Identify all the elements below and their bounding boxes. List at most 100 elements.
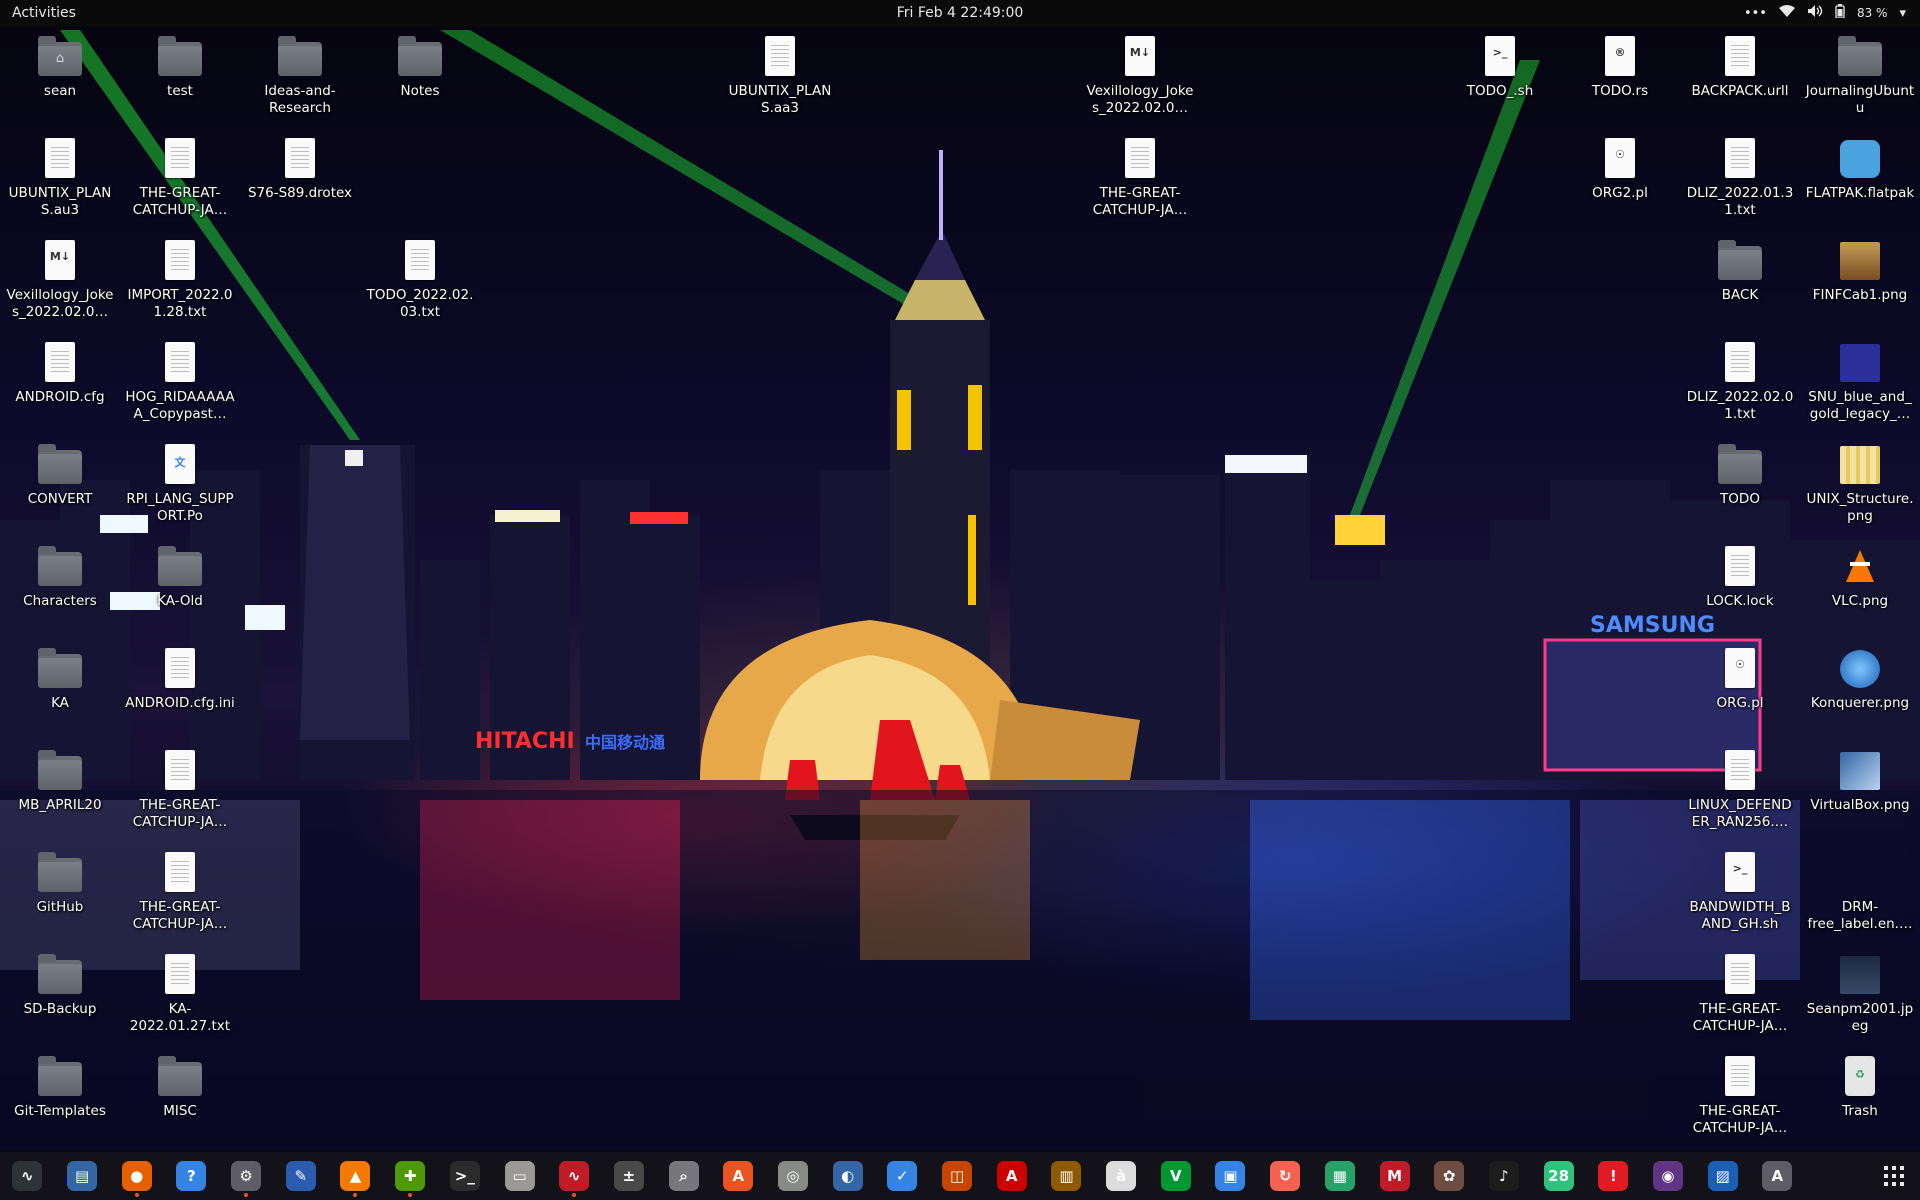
app-grid-icon[interactable] [1882,1164,1906,1188]
dock-app-character-map[interactable]: à [1098,1153,1144,1199]
desktop-icon[interactable]: ♻ Trash [1805,1054,1915,1120]
folder-icon [37,442,83,488]
desktop-icon[interactable]: S76-S89.drotex [245,136,355,202]
desktop-icon[interactable]: GitHub [5,850,115,916]
desktop-icon-label: LOCK.lock [1706,593,1774,609]
dock-app-scanner[interactable]: ◐ [825,1153,871,1199]
desktop-icon[interactable]: test [125,34,235,100]
activities-button[interactable]: Activities [12,5,76,21]
desktop-icon[interactable]: BACK [1685,238,1795,304]
dock-app-remote-desktop[interactable]: ▣ [1207,1153,1253,1199]
desktop-icon[interactable]: ANDROID.cfg [5,340,115,406]
desktop-icon[interactable]: TODO [1685,442,1795,508]
desktop-icon[interactable]: LINUX_DEFENDER_RAN256.… [1685,748,1795,831]
chevron-down-icon[interactable]: ▾ [1899,6,1906,21]
desktop-icon[interactable]: Ideas-and-Research [245,34,355,117]
desktop-icon[interactable]: M↓ Vexillology_Jokes_2022.02.0… [5,238,115,321]
dock-app-document-viewer[interactable]: ▤ [59,1153,105,1199]
dock-app-terminal[interactable]: >_ [442,1153,488,1199]
dock-app-resource-monitor[interactable]: ∿ [551,1153,597,1199]
dock-app-files[interactable]: ▭ [497,1153,543,1199]
dock-app-tasks[interactable]: ✓ [879,1153,925,1199]
desktop-icon-label: THE-GREAT-CATCHUP-JA… [1092,185,1188,218]
dock-app-calculator[interactable]: ± [606,1153,652,1199]
desktop-icon[interactable]: ⌂ sean [5,34,115,100]
dock-app-camera[interactable]: ◉ [1645,1153,1691,1199]
desktop-icon[interactable]: Notes [365,34,475,100]
desktop-icon-label: Notes [400,83,440,99]
dock-app-help[interactable]: ? [168,1153,214,1199]
dock-app-puzzle[interactable]: ✚ [387,1153,433,1199]
dock-app-image-editor[interactable]: ▨ [1700,1153,1746,1199]
desktop-icon[interactable]: ® TODO.rs [1565,34,1675,100]
desktop-icon[interactable]: THE-GREAT-CATCHUP-JA… [1685,1054,1795,1137]
desktop-icon[interactable]: KA-2022.01.27.txt [125,952,235,1035]
desktop-icon[interactable]: SD-Backup [5,952,115,1018]
desktop-icon[interactable]: UNIX_Structure.png [1805,442,1915,525]
desktop-icon[interactable]: SNU_blue_and_gold_legacy_… [1805,340,1915,423]
desktop-icon[interactable]: JournalingUbuntu [1805,34,1915,117]
dock-app-archive-manager[interactable]: ▥ [1043,1153,1089,1199]
dock-app-search-utility[interactable]: ⌕ [661,1153,707,1199]
desktop-icon[interactable]: THE-GREAT-CATCHUP-JA… [125,136,235,219]
dock-app-firefox[interactable]: ● [114,1153,160,1199]
dock-app-error-reporter[interactable]: ! [1590,1153,1636,1199]
desktop-icon[interactable]: THE-GREAT-CATCHUP-JA… [1685,952,1795,1035]
desktop-icon[interactable]: BACKPACK.urll [1685,34,1795,100]
desktop-icon-label: VirtualBox.png [1810,797,1910,813]
desktop-icon[interactable]: >_ TODO_.sh [1445,34,1555,100]
desktop-icon[interactable]: IMPORT_2022.01.28.txt [125,238,235,321]
desktop-icon[interactable]: Konquerer.png [1805,646,1915,712]
desktop-icon[interactable]: M↓ Vexillology_Jokes_2022.02.0… [1085,34,1195,117]
clock-button[interactable]: Fri Feb 4 22:49:00 [897,5,1024,21]
dock-app-screenshot[interactable]: ◫ [934,1153,980,1199]
dock-app-software-updater[interactable]: A [1754,1153,1800,1199]
dock-app-music[interactable]: ♪ [1481,1153,1527,1199]
desktop-icon[interactable]: DLIZ_2022.01.31.txt [1685,136,1795,219]
desktop-icon[interactable]: FLATPAK.flatpak [1805,136,1915,202]
desktop-icon[interactable]: UBUNTIX_PLANS.aa3 [725,34,835,117]
desktop-icon[interactable]: MB_APRIL20 [5,748,115,814]
desktop-icon[interactable]: ☉ ORG2.pl [1565,136,1675,202]
desktop-icon[interactable]: >_ BANDWIDTH_BAND_GH.sh [1685,850,1795,933]
dock-app-backup[interactable]: ↻ [1262,1153,1308,1199]
desktop-icon[interactable]: THE-GREAT-CATCHUP-JA… [1085,136,1195,219]
desktop-icon-label: BANDWIDTH_BAND_GH.sh [1689,899,1791,932]
dock-app-calendar[interactable]: 28 [1536,1153,1582,1199]
desktop-icon[interactable]: DRM-free_label.en.… [1805,850,1915,933]
desktop-icon[interactable]: LOCK.lock [1685,544,1795,610]
desktop-icon[interactable]: CONVERT [5,442,115,508]
desktop-icon[interactable]: THE-GREAT-CATCHUP-JA… [125,748,235,831]
dock-app-vlc[interactable]: ▲ [332,1153,378,1199]
overflow-dots-icon[interactable]: ••• [1744,6,1767,21]
desktop-icon[interactable]: VirtualBox.png [1805,748,1915,814]
dock-app-disk-tool[interactable]: ◎ [770,1153,816,1199]
desktop-icon[interactable]: UBUNTIX_PLANS.au3 [5,136,115,219]
desktop-icon[interactable]: Git-Templates [5,1054,115,1120]
dock-app-settings[interactable]: ⚙ [223,1153,269,1199]
desktop-icon[interactable]: MISC [125,1054,235,1120]
dock-app-vim[interactable]: V [1153,1153,1199,1199]
desktop-icon[interactable]: 文 RPI_LANG_SUPPORT.Po [125,442,235,525]
desktop-icon[interactable]: TODO_2022.02.03.txt [365,238,475,321]
dock-app-font-viewer[interactable]: A [989,1153,1035,1199]
desktop-icon[interactable]: Seanpm2001.jpeg [1805,952,1915,1035]
text-file-icon [1717,136,1763,182]
desktop-icon[interactable]: DLIZ_2022.02.01.txt [1685,340,1795,423]
desktop-icon[interactable]: Characters [5,544,115,610]
desktop-icon[interactable]: KA [5,646,115,712]
desktop-icon[interactable]: FINFCab1.png [1805,238,1915,304]
dock-app-system-monitor[interactable]: ∿ [4,1153,50,1199]
desktop-icon[interactable]: ANDROID.cfg.ini [125,646,235,712]
dock-app-text-editor[interactable]: ✎ [278,1153,324,1199]
system-tray[interactable]: ••• 83 % ▾ [1744,4,1906,22]
desktop-icon[interactable]: HOG_RIDAAAAAA_Copypast… [125,340,235,423]
desktop-icon[interactable]: ☉ ORG.pl [1685,646,1795,712]
desktop-icon[interactable]: KA-Old [125,544,235,610]
dock-app-gimp[interactable]: ✿ [1426,1153,1472,1199]
dock-app-spreadsheet[interactable]: ▦ [1317,1153,1363,1199]
dock-app-mario-game[interactable]: M [1372,1153,1418,1199]
dock-app-software-store[interactable]: A [715,1153,761,1199]
desktop-icon[interactable]: VLC.png [1805,544,1915,610]
desktop-icon[interactable]: THE-GREAT-CATCHUP-JA… [125,850,235,933]
